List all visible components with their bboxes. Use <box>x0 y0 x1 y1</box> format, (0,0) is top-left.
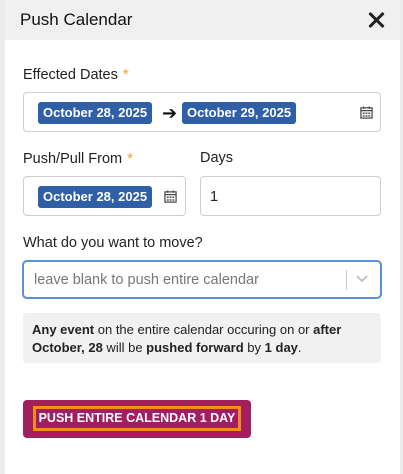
end-date-chip[interactable]: October 29, 2025 <box>182 102 297 124</box>
required-marker: * <box>127 150 133 167</box>
calendar-icon[interactable] <box>164 190 177 203</box>
move-label: What do you want to move? <box>23 235 203 251</box>
days-label: Days <box>200 150 234 166</box>
info-text-4: . <box>297 340 302 355</box>
move-select-placeholder: leave blank to push entire calendar <box>34 272 259 288</box>
arrow-right-icon: ➔ <box>162 103 178 123</box>
push-from-date-chip[interactable]: October 28, 2025 <box>38 186 153 208</box>
effected-dates-label-text: Effected Dates <box>23 67 118 83</box>
modal-header: Push Calendar <box>5 0 400 40</box>
push-calendar-button-label: PUSH ENTIRE CALENDAR 1 DAY <box>33 406 241 431</box>
modal-title: Push Calendar <box>20 10 133 29</box>
push-from-date-field[interactable]: October 28, 2025 <box>23 176 186 216</box>
push-from-label-text: Push/Pull From <box>23 151 123 167</box>
calendar-icon[interactable] <box>360 106 373 119</box>
push-calendar-button[interactable]: PUSH ENTIRE CALENDAR 1 DAY <box>23 400 251 438</box>
push-calendar-modal: Push Calendar Effected Dates * October 28… <box>5 0 400 474</box>
effected-dates-label: Effected Dates * <box>23 66 129 83</box>
effected-dates-range-field[interactable]: October 28, 2025 ➔ October 29, 2025 <box>23 92 381 132</box>
start-date-chip[interactable]: October 28, 2025 <box>38 102 153 124</box>
info-direction: pushed forward <box>146 340 244 355</box>
days-input[interactable]: 1 <box>200 176 381 216</box>
push-from-label: Push/Pull From * <box>23 150 133 167</box>
info-text-2: will be <box>102 340 147 355</box>
info-amount: 1 day <box>264 340 298 355</box>
days-value: 1 <box>210 189 219 205</box>
close-icon[interactable] <box>367 11 385 29</box>
info-text-3: by <box>243 340 265 355</box>
select-separator <box>346 270 347 290</box>
info-text-1: on the entire calendar occuring on or <box>94 322 314 337</box>
push-summary-info: Any event on the entire calendar occurin… <box>23 313 381 363</box>
chevron-down-icon[interactable] <box>356 275 368 283</box>
required-marker: * <box>122 66 129 83</box>
info-any-event: Any event <box>32 322 95 337</box>
move-select[interactable]: leave blank to push entire calendar <box>23 261 381 298</box>
